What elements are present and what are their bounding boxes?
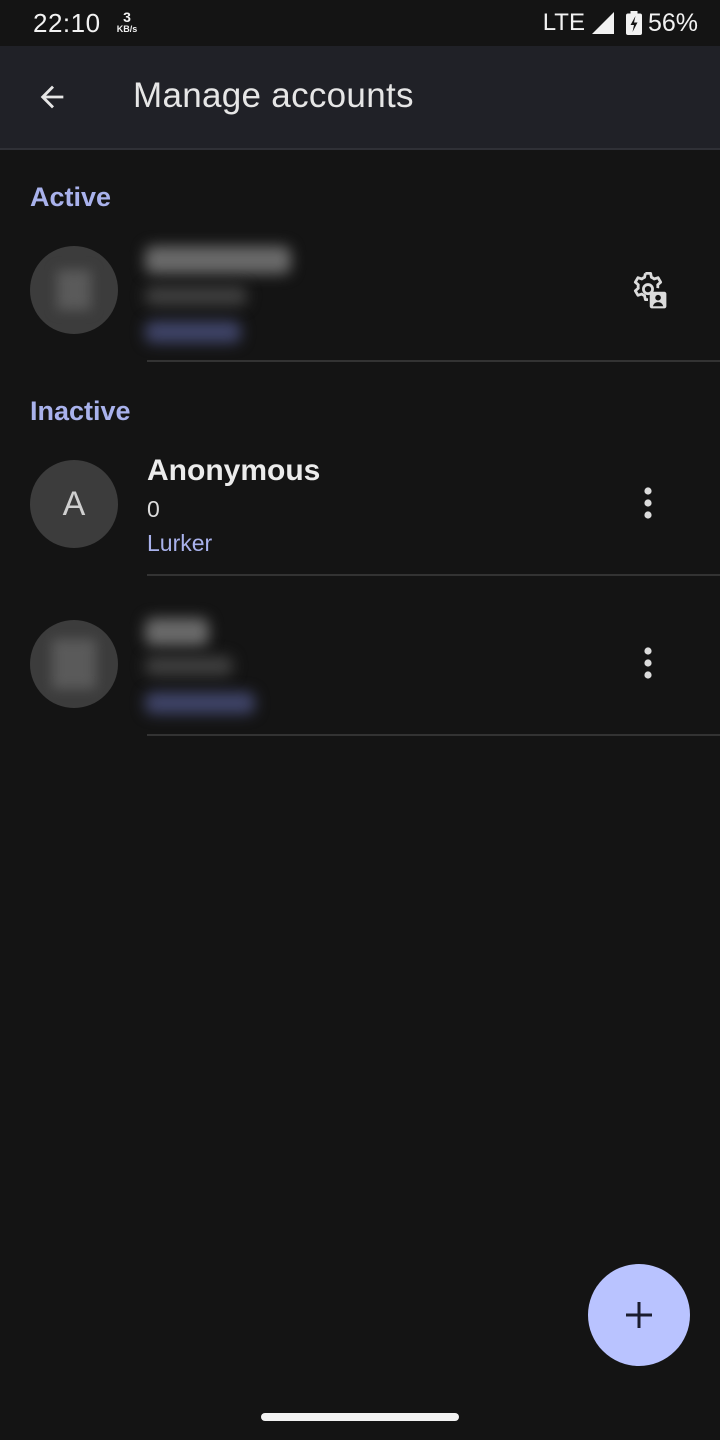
signal-icon: [591, 12, 614, 34]
section-header-active: Active: [30, 182, 112, 212]
account-row-anonymous[interactable]: A Anonymous 0 Lurker: [0, 454, 720, 590]
account-row-blurred[interactable]: [0, 618, 720, 750]
more-vert-icon: [644, 487, 652, 519]
row-divider: [147, 734, 720, 736]
avatar: A: [30, 460, 118, 548]
add-icon: [626, 1302, 652, 1328]
redacted-role: [145, 321, 241, 343]
add-account-fab[interactable]: [588, 1264, 690, 1366]
avatar: [30, 620, 118, 708]
account-row-active[interactable]: [0, 246, 720, 376]
account-menu-button[interactable]: [620, 635, 676, 691]
redacted-name: [145, 618, 209, 646]
status-icons: LTE 56%: [543, 8, 698, 38]
redacted-name: [145, 246, 291, 274]
battery-charging-icon: [625, 11, 642, 35]
network-type: LTE: [542, 9, 585, 36]
redacted-role: [145, 692, 255, 714]
network-speed-unit: KB/s: [116, 24, 138, 34]
avatar-letter: A: [62, 484, 86, 523]
redacted-karma: [145, 286, 247, 306]
blurred-avatar-image: [57, 270, 91, 310]
blurred-avatar-image: [52, 639, 96, 689]
network-speed-indicator: 3 KB/s: [114, 10, 140, 34]
gesture-nav-handle[interactable]: [261, 1413, 459, 1421]
account-menu-button[interactable]: [620, 475, 676, 531]
row-divider: [147, 574, 720, 576]
status-time: 22:10: [33, 8, 101, 38]
battery-percentage: 56%: [647, 8, 698, 37]
back-button[interactable]: [24, 73, 80, 121]
account-name: Anonymous: [147, 454, 321, 487]
redacted-karma: [145, 656, 233, 676]
account-role: Lurker: [147, 530, 213, 556]
account-settings-icon: [633, 271, 667, 309]
more-vert-icon: [644, 647, 652, 679]
app-bar: Manage accounts: [0, 46, 720, 150]
status-bar: 22:10 3 KB/s LTE 56%: [0, 0, 720, 46]
row-divider: [147, 360, 720, 362]
page-title: Manage accounts: [133, 76, 414, 115]
avatar: [30, 246, 118, 334]
network-speed-value: 3: [123, 9, 131, 25]
section-header-inactive: Inactive: [30, 396, 131, 426]
arrow-back-icon: [40, 85, 64, 109]
account-karma: 0: [147, 496, 160, 522]
account-settings-button[interactable]: [620, 262, 676, 318]
